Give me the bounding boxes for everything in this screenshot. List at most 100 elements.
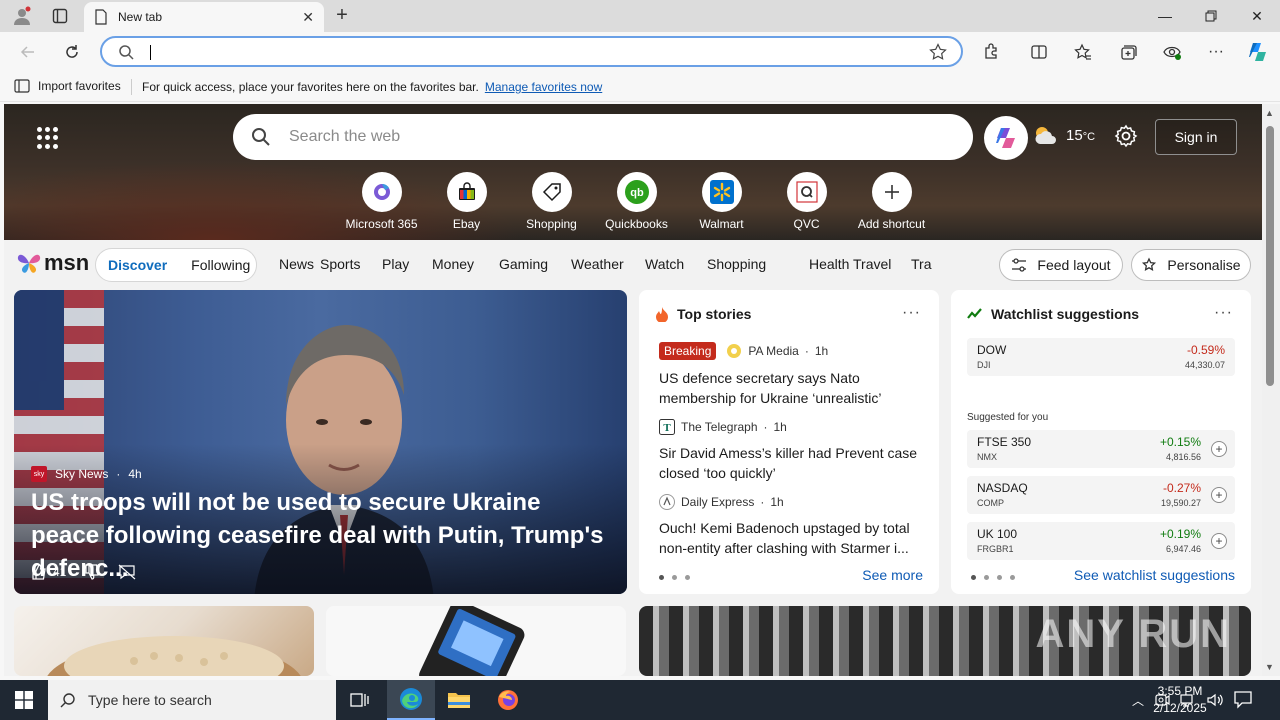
add-to-watchlist-icon[interactable]: + (1211, 441, 1227, 457)
feed-layout-button[interactable]: Feed layout (999, 249, 1123, 281)
stock-row-nasdaq[interactable]: NASDAQ COMP -0.27% 19,590.27 + (967, 476, 1235, 514)
stock-price: 4,816.56 (1165, 452, 1201, 462)
stock-change: -0.59% (1186, 343, 1225, 357)
category-news[interactable]: News (279, 256, 320, 272)
page-scrollbar[interactable]: ▲ ▼ (1262, 104, 1280, 676)
story-title: Sir David Amess’s killer had Prevent cas… (659, 445, 918, 481)
see-watchlist-link[interactable]: See watchlist suggestions (1074, 567, 1235, 583)
collections-icon[interactable] (1114, 38, 1142, 66)
add-shortcut-button[interactable]: Add shortcut (849, 172, 934, 231)
article-source: sky Sky News · 4h (31, 466, 142, 482)
carousel-dots[interactable] (659, 575, 690, 580)
story-age: 1h (773, 420, 787, 434)
extensions-icon[interactable] (977, 38, 1005, 66)
carousel-dots[interactable] (971, 575, 1015, 580)
address-bar[interactable] (100, 36, 963, 67)
news-card-phone[interactable] (326, 600, 626, 676)
app-launcher-icon[interactable] (34, 124, 62, 152)
add-to-watchlist-icon[interactable]: + (1211, 533, 1227, 549)
refresh-button[interactable] (58, 38, 86, 66)
shortcut-walmart[interactable]: Walmart (679, 172, 764, 231)
category-truncated[interactable]: Tra (911, 256, 931, 272)
shortcut-ebay[interactable]: Ebay (424, 172, 509, 231)
article-source-name: Sky News (55, 467, 109, 481)
news-card-crowd[interactable]: ANY RUN (639, 606, 1251, 676)
watchlist-header: Watchlist suggestions (967, 306, 1139, 322)
msn-logo[interactable]: msn (16, 250, 89, 276)
manage-favorites-link[interactable]: Manage favorites now (485, 80, 602, 94)
shortcut-label: Add shortcut (857, 217, 926, 231)
task-view-button[interactable] (336, 680, 384, 720)
copilot-icon[interactable] (1244, 38, 1272, 66)
notification-center-button[interactable] (1232, 688, 1256, 712)
settings-more-icon[interactable]: ··· (1202, 38, 1230, 66)
shortcut-quickbooks[interactable]: qb Quickbooks (594, 172, 679, 231)
scrollbar-thumb[interactable] (1266, 126, 1274, 386)
shortcut-shopping[interactable]: Shopping (509, 172, 594, 231)
taskbar-file-explorer[interactable] (435, 680, 483, 720)
text-caret (150, 45, 151, 60)
like-button[interactable]: 41 (31, 564, 66, 580)
stock-row-uk-100[interactable]: UK 100 FRGBR1 +0.19% 6,947.46 + (967, 522, 1235, 560)
shortcut-microsoft-365[interactable]: Microsoft 365 (339, 172, 424, 231)
import-favorites-button[interactable]: Import favorites (14, 79, 121, 93)
browser-essentials-icon[interactable] (1158, 38, 1186, 66)
stock-price: 6,947.46 (1165, 544, 1201, 554)
thumbs-down-icon[interactable] (84, 564, 100, 580)
favorite-star-icon[interactable] (929, 43, 947, 61)
scroll-down-arrow-icon[interactable]: ▼ (1265, 662, 1274, 672)
category-watch[interactable]: Watch (645, 256, 707, 272)
category-gaming[interactable]: Gaming (499, 256, 571, 272)
news-card-oats[interactable] (14, 606, 314, 676)
story-item[interactable]: Daily Express · 1h Ouch! Kemi Badenoch ups… (659, 494, 927, 558)
category-shopping[interactable]: Shopping (707, 256, 809, 272)
stock-row-dow[interactable]: DOW DJI -0.59% 44,330.07 (967, 338, 1235, 376)
story-item[interactable]: Breaking PA Media · 1h US defence secretar… (659, 342, 927, 408)
comments-off-icon[interactable] (118, 564, 136, 580)
page-settings-icon[interactable] (1114, 124, 1140, 150)
tab-actions-icon[interactable] (46, 4, 74, 28)
sliders-icon (1012, 258, 1027, 272)
feature-article[interactable]: sky Sky News · 4h US troops will not be … (14, 290, 627, 594)
close-window-button[interactable]: ✕ (1234, 0, 1280, 32)
tab-new-tab[interactable]: New tab ✕ (84, 2, 324, 32)
start-button[interactable] (0, 680, 48, 720)
sign-in-button[interactable]: Sign in (1155, 119, 1237, 155)
favorites-icon[interactable] (1069, 38, 1097, 66)
minimize-button[interactable]: — (1142, 0, 1188, 32)
new-tab-button[interactable]: + (330, 4, 354, 28)
tab-following[interactable]: Following (191, 257, 250, 273)
close-tab-icon[interactable]: ✕ (302, 9, 314, 26)
taskbar-edge[interactable] (387, 680, 435, 720)
shortcut-qvc[interactable]: QVC (764, 172, 849, 231)
category-money[interactable]: Money (432, 256, 499, 272)
category-play[interactable]: Play (382, 256, 432, 272)
taskbar-firefox[interactable] (484, 680, 532, 720)
more-options-icon[interactable]: ··· (902, 304, 921, 322)
tab-title: New tab (118, 10, 163, 24)
back-button[interactable] (14, 38, 42, 66)
weather-widget[interactable]: 15°C (1032, 124, 1095, 146)
category-sports[interactable]: Sports (320, 256, 382, 272)
split-screen-icon[interactable] (1025, 38, 1053, 66)
more-options-icon[interactable]: ··· (1214, 304, 1233, 322)
story-item[interactable]: T The Telegraph · 1h Sir David Amess’s kil… (659, 419, 927, 483)
scroll-up-arrow-icon[interactable]: ▲ (1265, 108, 1274, 118)
personalise-button[interactable]: Personalise (1131, 249, 1251, 281)
copilot-search-button[interactable] (984, 116, 1028, 160)
add-to-watchlist-icon[interactable]: + (1211, 487, 1227, 503)
category-health[interactable]: Health (809, 256, 853, 272)
category-weather[interactable]: Weather (571, 256, 645, 272)
address-input[interactable] (152, 42, 912, 62)
see-more-link[interactable]: See more (862, 567, 923, 583)
stock-trend-icon (967, 308, 982, 319)
restore-button[interactable] (1188, 0, 1234, 32)
taskbar-clock[interactable]: 3:55 PM 2/12/2025 (1140, 683, 1220, 717)
category-travel[interactable]: Travel (853, 256, 911, 272)
taskbar-search[interactable]: Type here to search (48, 680, 336, 720)
stock-price: 44,330.07 (1184, 360, 1225, 370)
web-search-box[interactable]: Search the web (233, 114, 973, 160)
profile-icon[interactable] (8, 4, 36, 28)
tab-discover[interactable]: Discover (108, 257, 167, 273)
stock-row-ftse-350[interactable]: FTSE 350 NMX +0.15% 4,816.56 + (967, 430, 1235, 468)
